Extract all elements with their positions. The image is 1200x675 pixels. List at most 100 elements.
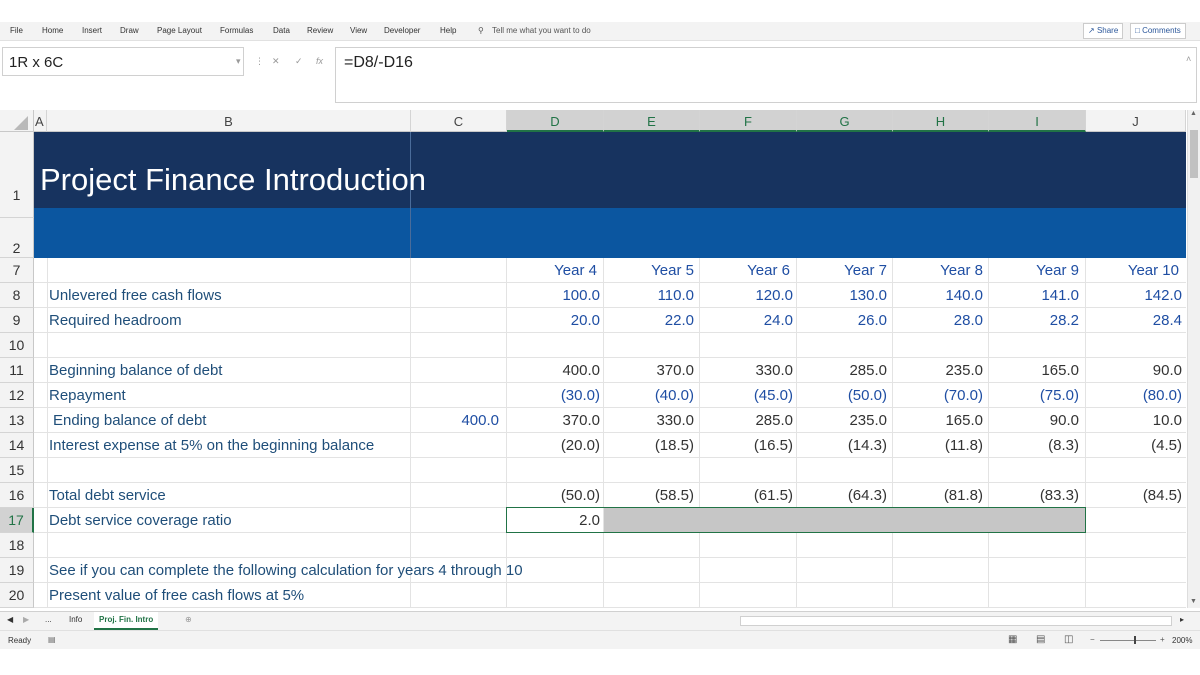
row-header-12[interactable]: 12: [0, 383, 34, 408]
data-cell[interactable]: 20.0: [507, 308, 600, 333]
data-cell[interactable]: 165.0: [893, 408, 983, 433]
tab-developer[interactable]: Developer: [384, 26, 420, 35]
share-button[interactable]: ↗ Share: [1083, 23, 1124, 39]
worksheet-grid[interactable]: A B C D E F G H I J 1 2 7 8 9 10 11 12 1…: [0, 110, 1186, 608]
row-header-11[interactable]: 11: [0, 358, 34, 383]
zoom-slider[interactable]: [1100, 640, 1156, 641]
col-header-d[interactable]: D: [507, 110, 604, 132]
insert-function-icon[interactable]: fx: [316, 56, 323, 66]
cancel-icon[interactable]: ✕: [272, 56, 280, 67]
year-header[interactable]: Year 5: [604, 258, 694, 283]
data-cell[interactable]: 400.0: [507, 358, 600, 383]
data-cell[interactable]: (64.3): [797, 483, 887, 508]
page-title[interactable]: Project Finance Introduction: [40, 162, 426, 198]
vertical-scrollbar[interactable]: ▲ ▼: [1187, 110, 1200, 608]
row-header-18[interactable]: 18: [0, 533, 34, 558]
data-cell[interactable]: 235.0: [797, 408, 887, 433]
data-cell[interactable]: 10.0: [1086, 408, 1182, 433]
label-unlevered-fcf[interactable]: Unlevered free cash flows: [49, 283, 222, 308]
data-cell[interactable]: (40.0): [604, 383, 694, 408]
zoom-in-icon[interactable]: +: [1160, 635, 1165, 644]
row-header-15[interactable]: 15: [0, 458, 34, 483]
data-cell[interactable]: 165.0: [989, 358, 1079, 383]
more-sheets[interactable]: ...: [40, 612, 57, 628]
year-header[interactable]: Year 7: [797, 258, 887, 283]
data-cell[interactable]: 90.0: [1086, 358, 1182, 383]
formula-input[interactable]: =D8/-D16: [335, 47, 1197, 103]
col-header-a[interactable]: A: [34, 110, 47, 132]
data-cell[interactable]: (58.5): [604, 483, 694, 508]
data-cell[interactable]: (83.3): [989, 483, 1079, 508]
data-cell[interactable]: 235.0: [893, 358, 983, 383]
data-cell[interactable]: 142.0: [1086, 283, 1182, 308]
normal-view-icon[interactable]: ▦: [1008, 634, 1017, 645]
label-required-headroom[interactable]: Required headroom: [49, 308, 182, 333]
enter-icon[interactable]: ✓: [295, 56, 303, 67]
row-header-2[interactable]: 2: [0, 218, 34, 258]
col-header-j[interactable]: J: [1086, 110, 1186, 132]
label-instruction[interactable]: See if you can complete the following ca…: [49, 558, 523, 583]
data-cell[interactable]: 285.0: [797, 358, 887, 383]
zoom-level[interactable]: 200%: [1172, 636, 1192, 645]
row-header-17[interactable]: 17: [0, 508, 34, 533]
col-header-e[interactable]: E: [604, 110, 700, 132]
year-header[interactable]: Year 4: [507, 258, 597, 283]
row-header-7[interactable]: 7: [0, 258, 34, 283]
label-beginning-debt[interactable]: Beginning balance of debt: [49, 358, 222, 383]
label-interest-expense[interactable]: Interest expense at 5% on the beginning …: [49, 433, 374, 458]
tab-help[interactable]: Help: [440, 26, 456, 35]
page-layout-view-icon[interactable]: ▤: [1036, 634, 1045, 645]
data-cell[interactable]: 28.2: [989, 308, 1079, 333]
scroll-down-icon[interactable]: ▼: [1190, 598, 1197, 605]
data-cell[interactable]: (75.0): [989, 383, 1079, 408]
tab-review[interactable]: Review: [307, 26, 333, 35]
data-cell[interactable]: (30.0): [507, 383, 600, 408]
data-cell[interactable]: (8.3): [989, 433, 1079, 458]
data-cell[interactable]: 90.0: [989, 408, 1079, 433]
tab-draw[interactable]: Draw: [120, 26, 139, 35]
select-all-corner[interactable]: [0, 110, 34, 132]
data-cell[interactable]: 285.0: [700, 408, 793, 433]
horizontal-scrollbar[interactable]: [740, 616, 1172, 626]
year-header[interactable]: Year 10: [1086, 258, 1179, 283]
zoom-slider-thumb[interactable]: [1134, 636, 1136, 644]
label-pv-fcf[interactable]: Present value of free cash flows at 5%: [49, 583, 304, 608]
data-cell[interactable]: (20.0): [507, 433, 600, 458]
row-header-14[interactable]: 14: [0, 433, 34, 458]
col-header-g[interactable]: G: [797, 110, 893, 132]
data-cell[interactable]: 100.0: [507, 283, 600, 308]
zoom-out-icon[interactable]: −: [1090, 635, 1095, 644]
col-header-c[interactable]: C: [411, 110, 507, 132]
year-header[interactable]: Year 9: [989, 258, 1079, 283]
tab-data[interactable]: Data: [273, 26, 290, 35]
row-header-13[interactable]: 13: [0, 408, 34, 433]
data-cell[interactable]: (84.5): [1086, 483, 1182, 508]
tell-me-search[interactable]: Tell me what you want to do: [492, 26, 591, 35]
data-cell[interactable]: (81.8): [893, 483, 983, 508]
col-header-h[interactable]: H: [893, 110, 989, 132]
data-cell[interactable]: 26.0: [797, 308, 887, 333]
data-cell[interactable]: 330.0: [700, 358, 793, 383]
row-header-20[interactable]: 20: [0, 583, 34, 608]
row-header-8[interactable]: 8: [0, 283, 34, 308]
data-cell[interactable]: (45.0): [700, 383, 793, 408]
add-sheet-icon[interactable]: ⊕: [180, 612, 197, 628]
tab-page-layout[interactable]: Page Layout: [157, 26, 202, 35]
col-header-b[interactable]: B: [47, 110, 411, 132]
next-sheet-icon[interactable]: ▶: [18, 612, 34, 628]
tab-view[interactable]: View: [350, 26, 367, 35]
cell-c13[interactable]: 400.0: [411, 408, 499, 433]
row-header-9[interactable]: 9: [0, 308, 34, 333]
collapse-formula-icon[interactable]: ˄: [1186, 54, 1191, 64]
data-cell[interactable]: 141.0: [989, 283, 1079, 308]
tab-formulas[interactable]: Formulas: [220, 26, 253, 35]
data-cell[interactable]: 28.4: [1086, 308, 1182, 333]
label-dscr[interactable]: Debt service coverage ratio: [49, 508, 232, 533]
label-total-debt-service[interactable]: Total debt service: [49, 483, 166, 508]
data-cell[interactable]: 370.0: [507, 408, 600, 433]
data-cell[interactable]: 28.0: [893, 308, 983, 333]
macro-record-icon[interactable]: ▤: [48, 635, 56, 644]
sheet-tab-info[interactable]: Info: [64, 612, 87, 628]
data-cell[interactable]: (16.5): [700, 433, 793, 458]
prev-sheet-icon[interactable]: ◀: [2, 612, 18, 628]
